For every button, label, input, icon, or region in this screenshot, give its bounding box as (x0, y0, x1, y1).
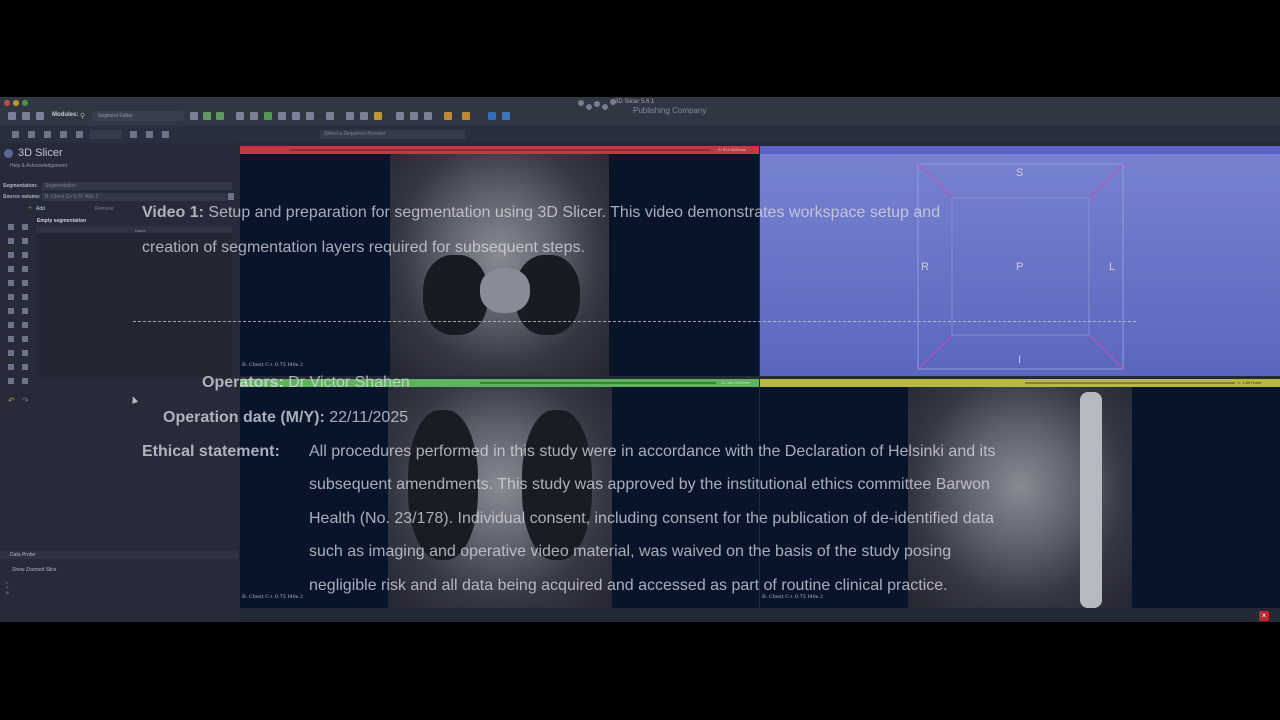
operators-label: Operators: (202, 374, 284, 391)
ethics-line-2: subsequent amendments. This study was ap… (309, 476, 990, 493)
date-label: Operation date (M/Y): (163, 409, 325, 426)
video-description: Setup and preparation for segmentation u… (208, 204, 941, 221)
ethics-line-4: such as imaging and operative video mate… (309, 543, 952, 560)
operators-value: Dr Victor Shahen (288, 374, 410, 391)
ethics-label: Ethical statement: (142, 443, 280, 460)
operators-line: Operators: Dr Victor Shahen (202, 366, 410, 400)
video-caption-line-1: Video 1: Setup and preparation for segme… (142, 196, 940, 230)
ethics-line-3: Health (No. 23/178). Individual consent,… (309, 510, 994, 527)
ethics-line-5: negligible risk and all data being acqui… (309, 577, 948, 594)
date-value: 22/11/2025 (329, 409, 409, 426)
video-title: Video 1: (142, 204, 204, 221)
ethics-line-1: All procedures performed in this study w… (309, 443, 996, 460)
video-description-line-2: creation of segmentation layers required… (142, 239, 585, 256)
close-icon[interactable]: × (1259, 611, 1269, 621)
date-line: Operation date (M/Y): 22/11/2025 (163, 401, 408, 435)
